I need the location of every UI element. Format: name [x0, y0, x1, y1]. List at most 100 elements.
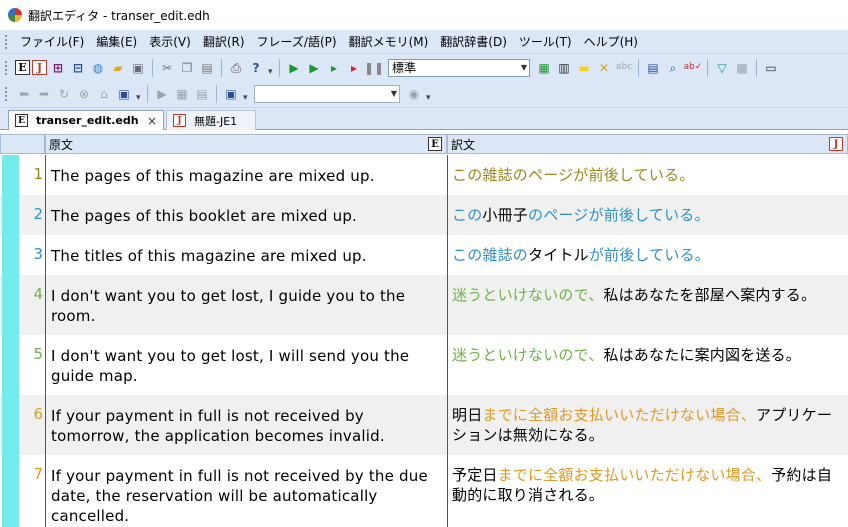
tab-gap [0, 131, 848, 133]
highlight-yellow-icon[interactable]: ▬ [575, 59, 593, 77]
source-cell[interactable]: If your payment in full is not received … [51, 466, 443, 526]
target-segment: 私はあなたを部屋へ案内する。 [603, 286, 817, 304]
menu-phrase[interactable]: フレーズ/語(P) [251, 33, 343, 50]
close-icon[interactable]: × [147, 114, 157, 128]
translation-style-select[interactable]: 標準 ▼ [388, 58, 530, 77]
menu-grip-handle[interactable] [4, 33, 8, 50]
app-logo-icon [8, 8, 22, 22]
back-arrow-icon[interactable]: ⬅ [15, 85, 33, 103]
menu-edit[interactable]: 編集(E) [90, 33, 143, 50]
toolbar-separator [152, 58, 153, 77]
menu-view[interactable]: 表示(V) [143, 33, 197, 50]
chevron-down-icon[interactable]: ▼ [391, 89, 397, 98]
toolbar-overflow-icon[interactable]: ▾ [243, 85, 250, 103]
target-segment: 迷うといけないので、 [452, 286, 604, 304]
forward-arrow-icon[interactable]: ➡ [35, 85, 53, 103]
copy-icon[interactable]: ❐ [178, 59, 196, 77]
source-cell[interactable]: I don't want you to get lost, I guide yo… [51, 286, 443, 326]
print-icon[interactable]: ⎙ [227, 59, 245, 77]
target-column-header[interactable]: 訳文 J [447, 134, 848, 154]
source-cell[interactable]: I don't want you to get lost, I will sen… [51, 346, 443, 386]
filter-icon[interactable]: ▽ [713, 59, 731, 77]
web-translate-icon[interactable]: ▶ [153, 85, 171, 103]
abc-check-icon[interactable]: abc [615, 59, 633, 77]
toolbar-overflow-icon[interactable]: ▾ [426, 85, 433, 103]
tab-label: transer_edit.edh [36, 114, 139, 127]
bookmark-icon[interactable]: ▣ [222, 85, 240, 103]
menu-help[interactable]: ヘルプ(H) [578, 33, 644, 50]
pause-icon[interactable]: ❚❚ [364, 59, 384, 77]
target-cell[interactable]: 予定日までに全額お支払いいただけない場合、予約は自動的に取り消される。 [452, 465, 844, 505]
search-icon[interactable]: ◉ [405, 85, 423, 103]
japanese-doc-icon: J [173, 114, 186, 127]
source-cell[interactable]: The pages of this magazine are mixed up. [51, 166, 443, 186]
toolbar-grip-handle[interactable] [4, 59, 8, 76]
source-column-header[interactable]: 原文 E [45, 134, 447, 154]
dictionary-lookup-icon[interactable]: ▤ [644, 59, 662, 77]
je-dictionary-icon[interactable]: ⊟ [69, 59, 87, 77]
web-save-icon[interactable]: ▤ [193, 85, 211, 103]
target-cell[interactable]: この小冊子のページが前後している。 [452, 205, 844, 225]
menu-file[interactable]: ファイル(F) [14, 33, 90, 50]
highlight-clear-icon[interactable]: ✕ [595, 59, 613, 77]
english-doc-icon: E [15, 114, 28, 127]
save-icon[interactable]: ▣ [129, 59, 147, 77]
target-segment: この [452, 206, 483, 224]
web-page-icon[interactable]: ▣ [115, 85, 133, 103]
grid-corner-header[interactable] [0, 134, 45, 154]
table-row[interactable]: 7 If your payment in full is not received… [0, 455, 848, 527]
cut-icon[interactable]: ✂ [158, 59, 176, 77]
export-icon[interactable]: ▩ [733, 59, 751, 77]
home-icon[interactable]: ⌂ [95, 85, 113, 103]
table-row[interactable]: 4 I don't want you to get lost, I guide y… [0, 275, 848, 335]
tab-transer-edit[interactable]: E transer_edit.edh × [8, 110, 164, 130]
english-doc-icon[interactable]: E [15, 60, 30, 75]
tab-label: 無題-JE1 [194, 114, 238, 128]
web-globe-icon[interactable]: ◍ [89, 59, 107, 77]
web-compare-icon[interactable]: ▦ [173, 85, 191, 103]
table-row[interactable]: 2 The pages of this booklet are mixed up.… [0, 195, 848, 235]
target-segment: この雑誌のページが前後している。 [452, 166, 695, 184]
paste-icon[interactable]: ▤ [198, 59, 216, 77]
source-cell[interactable]: The pages of this booklet are mixed up. [51, 206, 443, 226]
stop-icon[interactable]: ⊗ [75, 85, 93, 103]
table-row[interactable]: 1 The pages of this magazine are mixed up… [0, 155, 848, 195]
translate-all-icon[interactable]: ▶ [285, 59, 303, 77]
menu-dictionary[interactable]: 翻訳辞書(D) [434, 33, 513, 50]
target-segment: タイトル [528, 246, 589, 264]
japanese-doc-icon[interactable]: J [32, 60, 47, 75]
target-cell[interactable]: 明日までに全額お支払いいただけない場合、アプリケーションは無効になる。 [452, 405, 844, 445]
web-search-combo[interactable]: ▼ [254, 85, 400, 103]
translate-stop-icon[interactable]: ▸ [345, 59, 363, 77]
menu-translation-memory[interactable]: 翻訳メモリ(M) [343, 33, 435, 50]
target-cell[interactable]: 迷うといけないので、私はあなたを部屋へ案内する。 [452, 285, 844, 305]
source-cell[interactable]: If your payment in full is not received … [51, 406, 443, 446]
tab-untitled-je1[interactable]: J 無題-JE1 [166, 110, 256, 130]
table-row[interactable]: 6 If your payment in full is not received… [0, 395, 848, 455]
target-cell[interactable]: この雑誌のページが前後している。 [452, 165, 844, 185]
source-column-label: 原文 [49, 137, 74, 152]
help-icon[interactable]: ? [247, 59, 265, 77]
memory-register-icon[interactable]: ▦ [535, 59, 553, 77]
settings-panel-icon[interactable]: ▭ [762, 59, 780, 77]
translate-step-icon[interactable]: ▸ [325, 59, 343, 77]
toolbar-grip-handle[interactable] [4, 86, 8, 102]
table-row[interactable]: 5 I don't want you to get lost, I will se… [0, 335, 848, 395]
chevron-down-icon[interactable]: ▼ [521, 63, 527, 72]
toolbar-overflow-icon[interactable]: ▾ [136, 85, 143, 103]
spellcheck-icon[interactable]: ab✓ [684, 59, 703, 77]
menu-translate[interactable]: 翻訳(R) [197, 33, 251, 50]
ej-dictionary-icon[interactable]: ⊞ [49, 59, 67, 77]
refresh-icon[interactable]: ↻ [55, 85, 73, 103]
table-row[interactable]: 3 The titles of this magazine are mixed u… [0, 235, 848, 275]
target-cell[interactable]: 迷うといけないので、私はあなたに案内図を送る。 [452, 345, 844, 365]
open-folder-icon[interactable]: ▰ [109, 59, 127, 77]
find-icon[interactable]: ⌕ [664, 59, 682, 77]
memory-search-icon[interactable]: ▥ [555, 59, 573, 77]
menu-tools[interactable]: ツール(T) [513, 33, 578, 50]
toolbar-overflow-icon[interactable]: ▾ [268, 59, 275, 77]
source-cell[interactable]: The titles of this magazine are mixed up… [51, 246, 443, 266]
translate-icon[interactable]: ▶ [305, 59, 323, 77]
target-segment: までに全額お支払いいただけない場合、 [497, 466, 772, 484]
target-cell[interactable]: この雑誌のタイトルが前後している。 [452, 245, 844, 265]
